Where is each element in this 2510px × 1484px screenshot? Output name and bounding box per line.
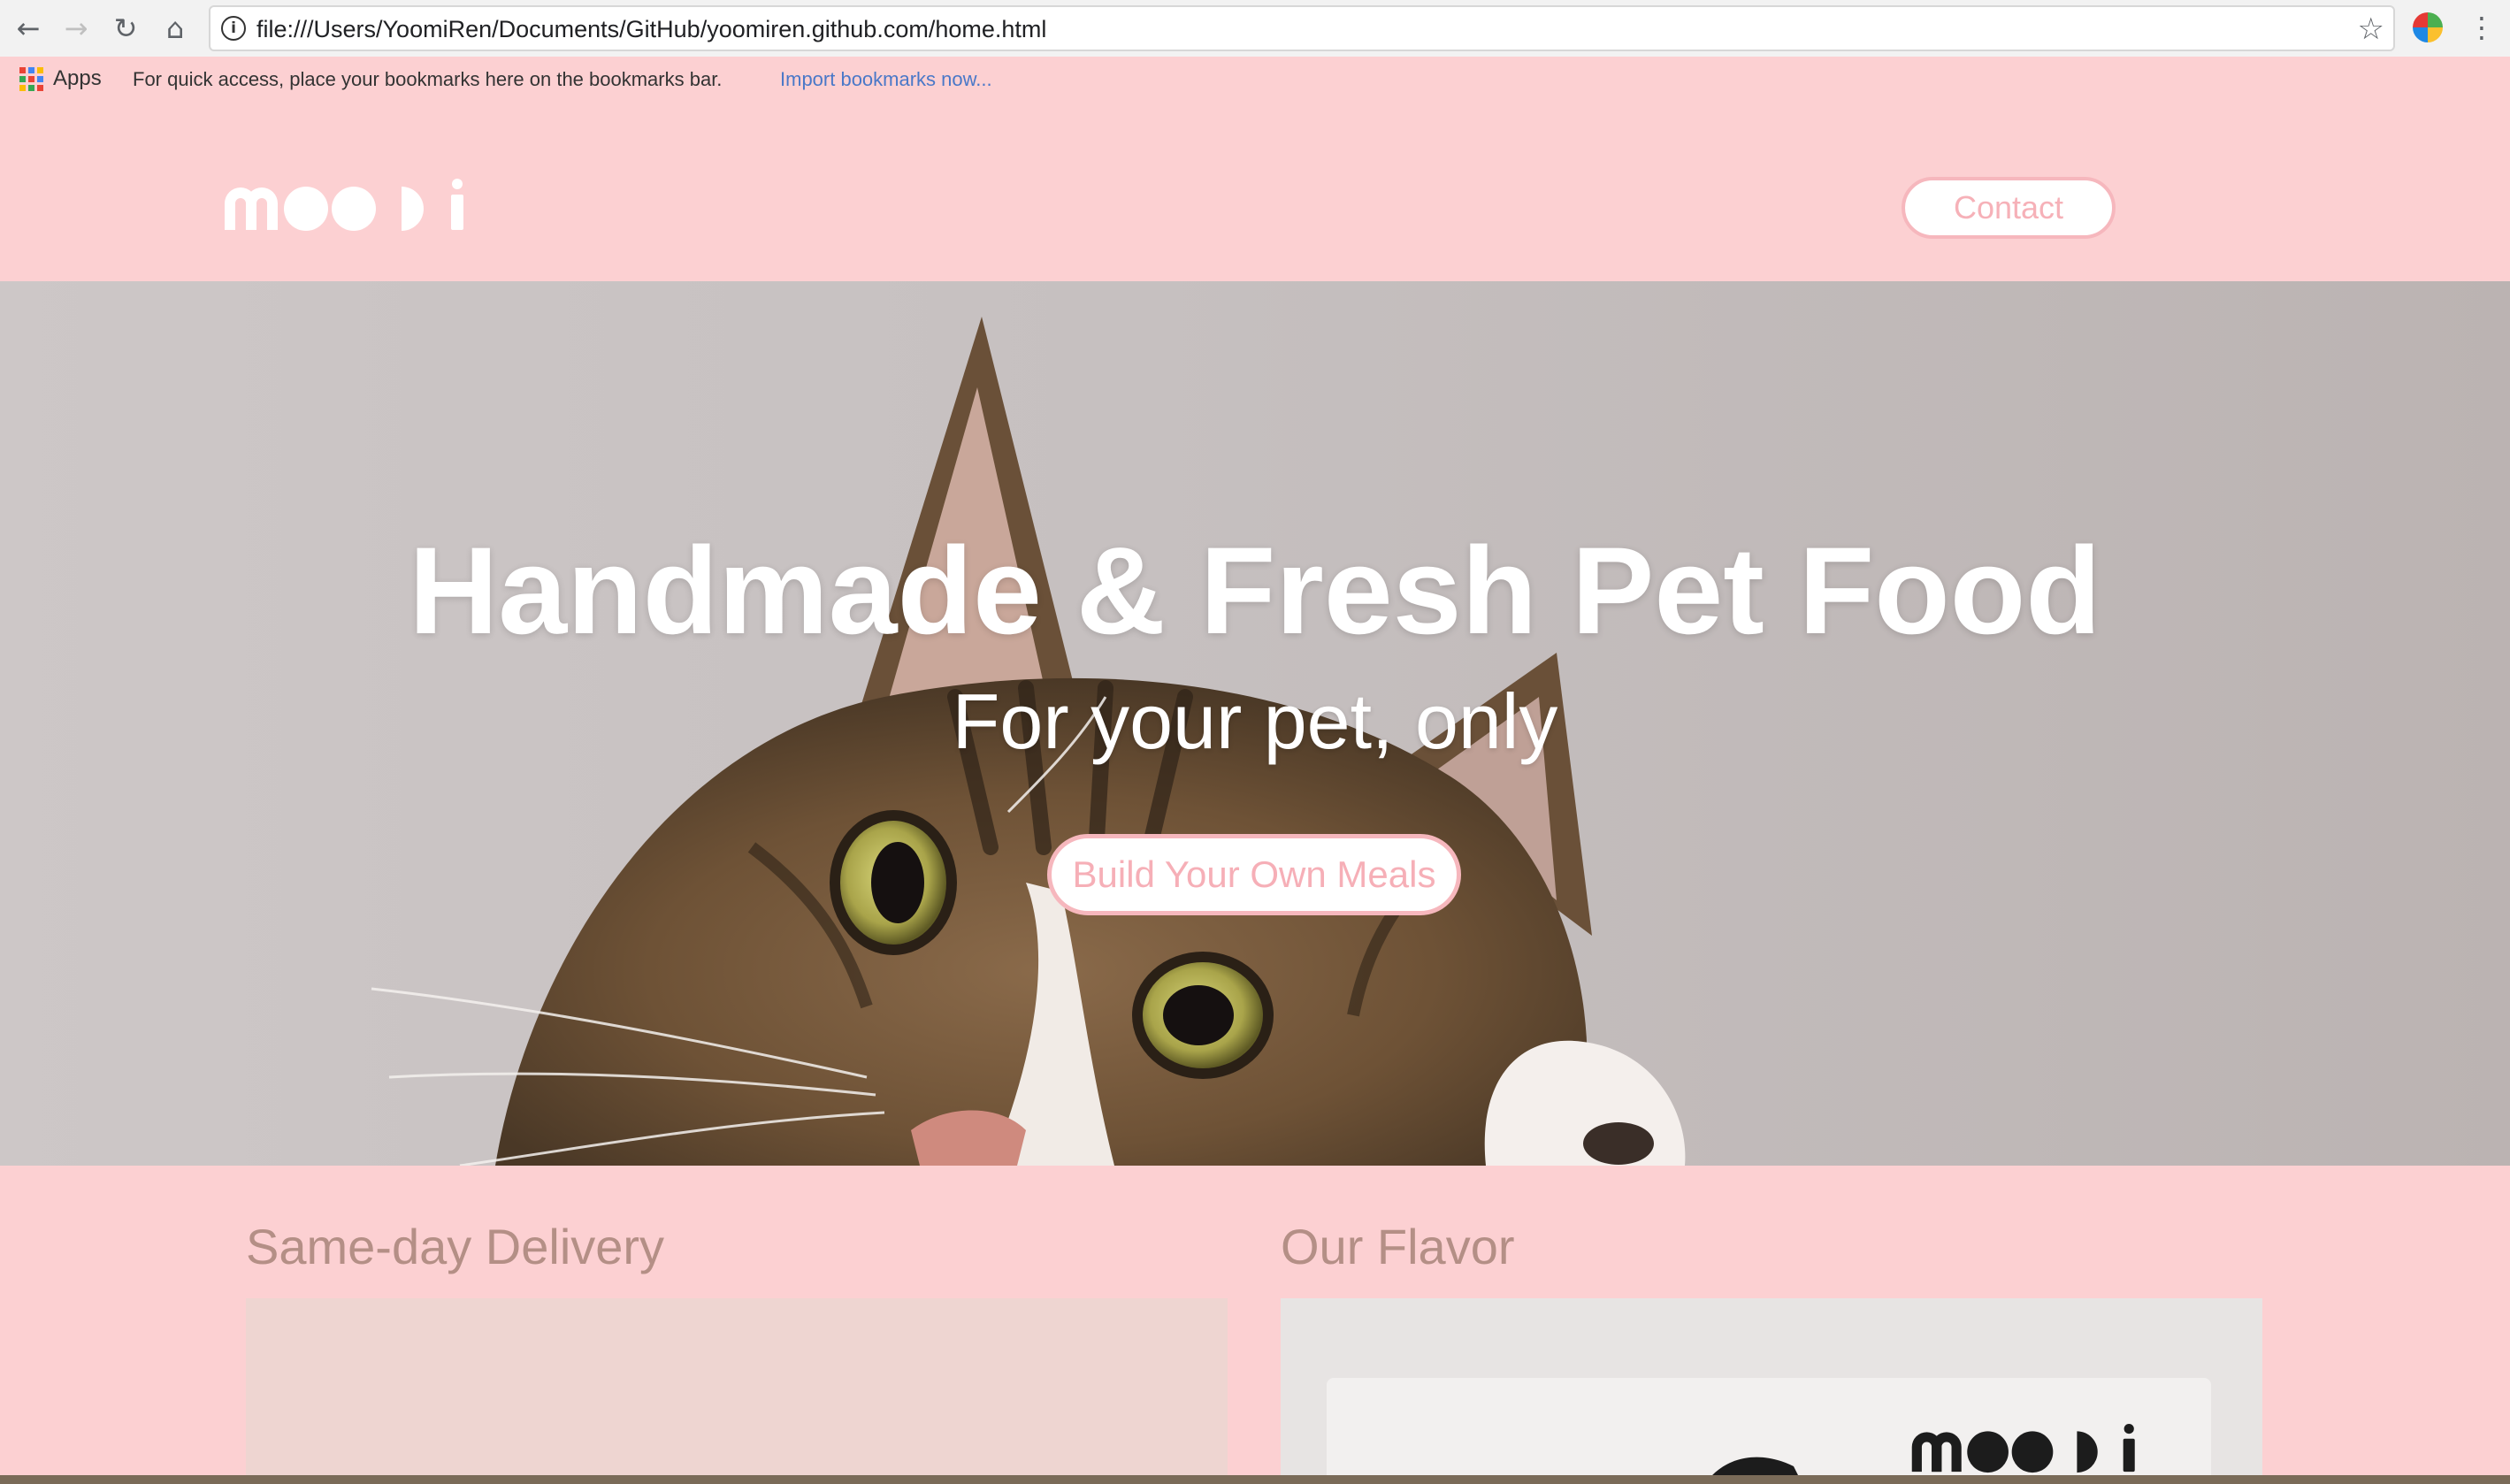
hero-title: Handmade & Fresh Pet Food xyxy=(409,521,2101,660)
site-header: Contact xyxy=(0,104,2510,281)
product-logo xyxy=(1911,1424,2135,1473)
address-bar[interactable]: i file:///Users/YoomiRen/Documents/GitHu… xyxy=(209,5,2395,51)
import-bookmarks-link[interactable]: Import bookmarks now... xyxy=(780,67,992,92)
info-icon[interactable]: i xyxy=(221,16,246,41)
extension-icon[interactable] xyxy=(2413,12,2443,42)
delivery-image-panel xyxy=(246,1298,1228,1484)
flavor-image-panel xyxy=(1281,1298,2262,1484)
features-section: Same-day Delivery Our Flavor xyxy=(0,1166,2510,1484)
reload-icon[interactable]: ↻ xyxy=(110,12,142,44)
back-arrow-icon[interactable]: ← xyxy=(12,12,44,44)
bookmark-star-icon[interactable]: ☆ xyxy=(2358,12,2384,46)
hero-subtitle: For your pet, only xyxy=(952,677,1558,765)
url-text[interactable]: file:///Users/YoomiRen/Documents/GitHub/… xyxy=(256,16,1046,42)
browser-toolbar: ← → ↻ ⌂ i file:///Users/YoomiRen/Documen… xyxy=(0,0,2510,57)
apps-grid-icon[interactable] xyxy=(19,67,43,91)
home-icon[interactable]: ⌂ xyxy=(159,12,191,44)
section-title-delivery: Same-day Delivery xyxy=(246,1219,665,1274)
build-meals-button[interactable]: Build Your Own Meals xyxy=(1047,834,1461,915)
apps-label[interactable]: Apps xyxy=(53,65,102,92)
bookmarks-message: For quick access, place your bookmarks h… xyxy=(133,68,723,90)
contact-button[interactable]: Contact xyxy=(1902,177,2116,239)
bottom-strip xyxy=(0,1475,2510,1484)
hero-banner: Handmade & Fresh Pet Food For your pet, … xyxy=(0,281,2510,1166)
bookmarks-bar: Apps For quick access, place your bookma… xyxy=(0,57,2510,104)
forward-arrow-icon[interactable]: → xyxy=(60,12,92,44)
section-title-flavor: Our Flavor xyxy=(1281,1219,1515,1274)
menu-dots-icon[interactable]: ⋮ xyxy=(2468,11,2496,44)
moooi-logo[interactable] xyxy=(221,179,486,232)
